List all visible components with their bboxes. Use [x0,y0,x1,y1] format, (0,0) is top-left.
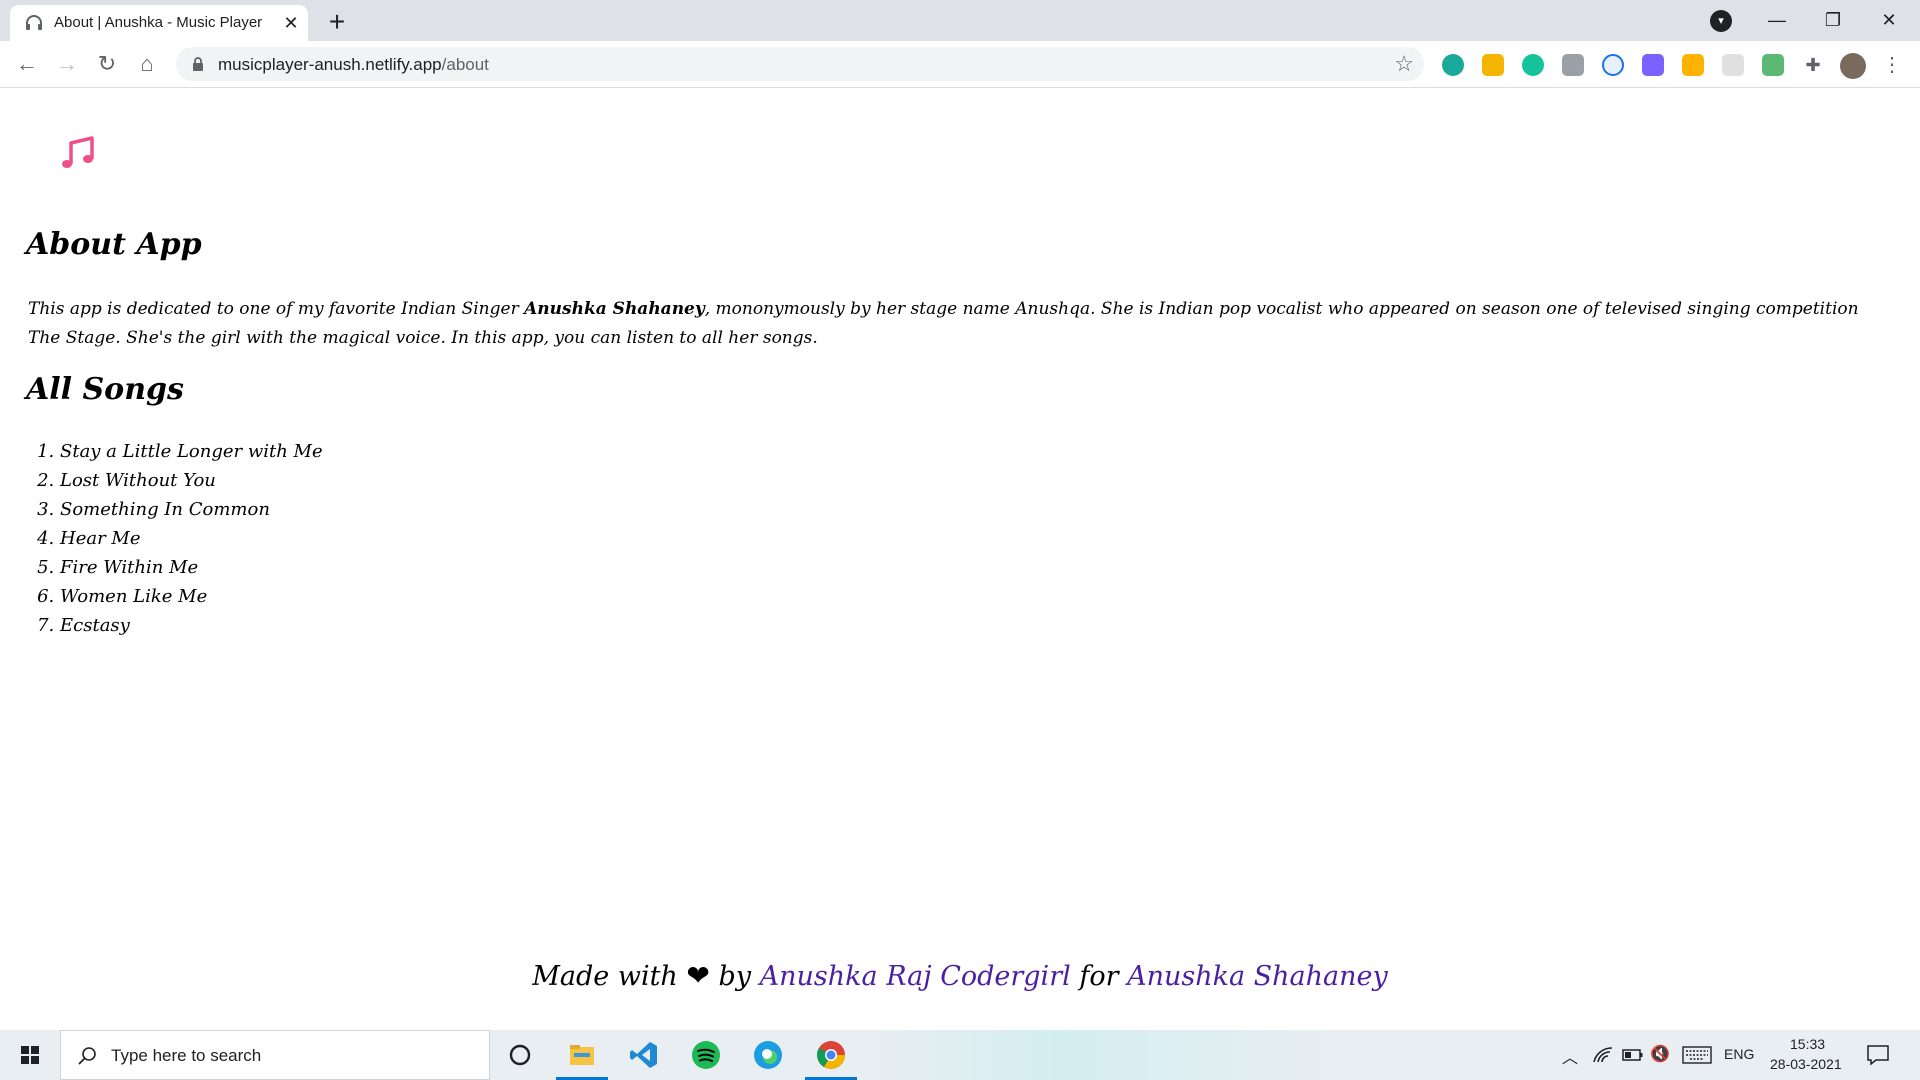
extension-grey-icon[interactable] [1722,54,1744,76]
extensions-icon[interactable]: ✚ [1802,54,1824,76]
home-icon[interactable]: ⌂ [130,47,164,81]
browser-tab[interactable]: About | Anushka - Music Player ✕ [10,5,308,41]
new-tab-button[interactable]: + [320,5,354,39]
extension-glasses-icon[interactable] [1602,54,1624,76]
tab-search-icon[interactable]: ▾ [1710,10,1732,32]
reload-icon[interactable]: ↻ [90,47,124,81]
extension-notes-icon[interactable] [1482,54,1504,76]
extension-green-icon[interactable] [1762,54,1784,76]
heart-icon: ❤ [686,959,710,992]
songs-heading: All Songs [26,372,184,407]
extension-bolt-icon[interactable] [1682,54,1704,76]
clock-time[interactable]: 15:33 [1790,1036,1825,1052]
spotify-icon[interactable] [690,1039,722,1071]
songs-list: Stay a Little Longer with Me Lost Withou… [60,437,323,640]
profile-avatar[interactable] [1840,53,1866,79]
extension-m-icon[interactable] [1442,54,1464,76]
battery-icon[interactable] [1622,1045,1644,1065]
lock-icon [193,57,203,71]
restore-icon[interactable]: ❐ [1808,6,1858,34]
singer-link[interactable]: Anushka Shahaney [1127,961,1388,992]
tray-chevron-icon[interactable]: ︿ [1562,1044,1578,1068]
wifi-icon[interactable] [1592,1044,1614,1066]
keyboard-icon[interactable] [1682,1045,1712,1065]
tab-title: About | Anushka - Music Player [54,14,263,31]
song-item[interactable]: Lost Without You [60,466,323,495]
menu-icon[interactable]: ⋮ [1882,51,1902,79]
forward-icon[interactable]: → [50,47,84,81]
task-view-icon[interactable] [504,1039,536,1071]
camera-icon[interactable] [1562,54,1584,76]
address-bar[interactable]: musicplayer-anush.netlify.app/about ☆ [176,47,1424,81]
bookmark-star-icon[interactable]: ☆ [1394,51,1414,77]
notifications-icon[interactable] [1866,1044,1890,1066]
author-link[interactable]: Anushka Raj Codergirl [760,961,1071,992]
browser-tabstrip: About | Anushka - Music Player ✕ + ▾ — ❐… [0,0,1920,41]
language-indicator[interactable]: ENG [1724,1046,1754,1062]
about-heading: About App [26,227,202,262]
extension-grid-icon[interactable] [1642,54,1664,76]
vscode-icon[interactable] [628,1039,660,1071]
headphones-icon [26,15,42,30]
music-note-icon[interactable] [58,134,98,174]
song-item[interactable]: Stay a Little Longer with Me [60,437,323,466]
song-item[interactable]: Something In Common [60,495,323,524]
search-icon [78,1047,96,1065]
browser-toolbar: ← → ↻ ⌂ musicplayer-anush.netlify.app/ab… [0,41,1920,88]
taskbar: Type here to search ︿ 🔇 ENG 15:33 28-03-… [0,1030,1920,1080]
chrome-icon[interactable] [815,1039,847,1071]
page-content: About App This app is dedicated to one o… [0,89,1920,1029]
singer-name: Anushka Shahaney [524,299,705,319]
tab-close-icon[interactable]: ✕ [280,12,302,34]
about-paragraph: This app is dedicated to one of my favor… [28,299,1859,348]
file-explorer-icon[interactable] [566,1039,598,1071]
volume-muted-icon[interactable]: 🔇 [1650,1044,1670,1064]
url-text[interactable]: musicplayer-anush.netlify.app/about [218,55,489,75]
edge-icon[interactable] [752,1039,784,1071]
windows-start-icon[interactable] [0,1030,60,1080]
close-window-icon[interactable]: ✕ [1864,6,1914,34]
taskbar-search[interactable]: Type here to search [60,1030,490,1080]
back-icon[interactable]: ← [10,47,44,81]
clock-date[interactable]: 28-03-2021 [1770,1056,1842,1072]
search-placeholder: Type here to search [111,1046,262,1065]
song-item[interactable]: Ecstasy [60,611,323,640]
grammarly-icon[interactable] [1522,54,1544,76]
minimize-icon[interactable]: — [1752,6,1802,34]
footer: Made with ❤ by Anushka Raj Codergirl for… [532,959,1388,992]
song-item[interactable]: Hear Me [60,524,323,553]
song-item[interactable]: Fire Within Me [60,553,323,582]
song-item[interactable]: Women Like Me [60,582,323,611]
